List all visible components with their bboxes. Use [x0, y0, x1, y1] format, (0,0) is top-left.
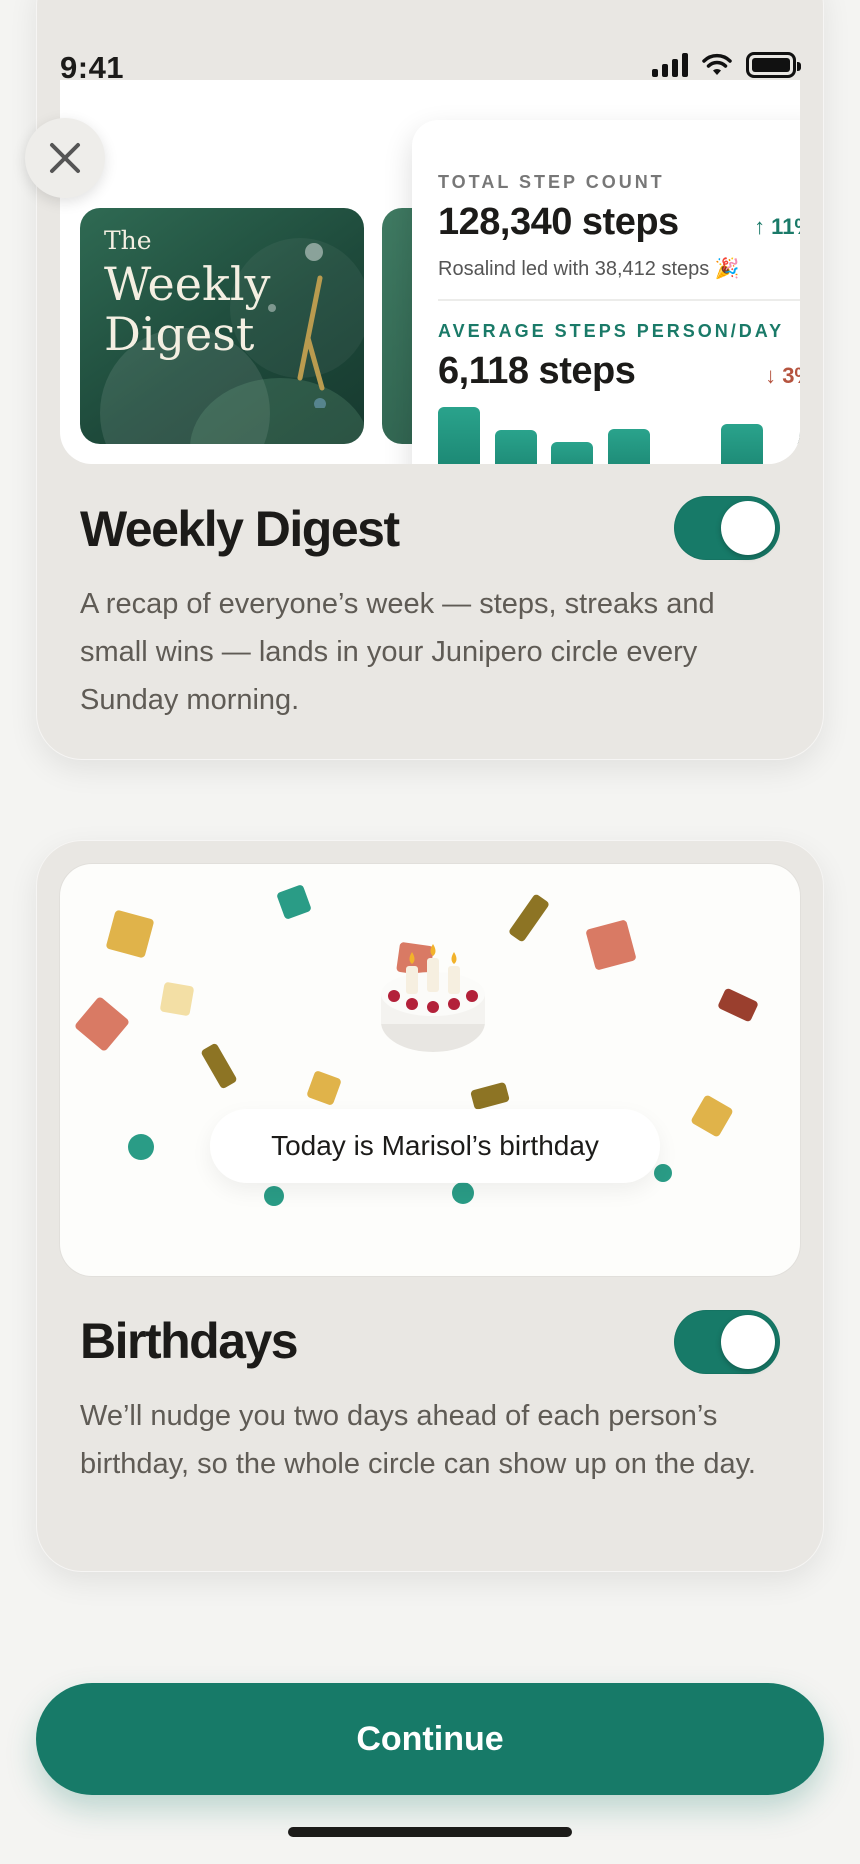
status-time: 9:41	[60, 50, 125, 85]
total-step-change: ↑ 11%	[754, 214, 800, 239]
birthday-cake-icon	[381, 942, 485, 1052]
step-bar	[494, 430, 537, 464]
average-steps-change: ↓ 3%	[765, 363, 800, 388]
birthday-preview: Today is Marisol’s birthday	[60, 864, 800, 1276]
digest-cover-image: The Weekly Digest	[80, 208, 364, 444]
walking-figure-icon	[268, 243, 326, 408]
battery-icon	[746, 52, 801, 78]
weekly-digest-preview: The Weekly Digest TOTAL STEP COUNT 128,3…	[60, 80, 800, 464]
digest-cover-title: The Weekly Digest	[104, 226, 271, 361]
continue-button[interactable]: Continue	[36, 1683, 824, 1795]
wifi-icon	[702, 53, 732, 75]
cellular-signal-icon	[652, 53, 688, 77]
weekly-digest-title: Weekly Digest	[80, 501, 400, 557]
status-bar: 9:41	[0, 0, 860, 120]
daily-steps-bar-chart	[438, 407, 800, 464]
total-step-label: TOTAL STEP COUNT	[438, 172, 665, 192]
stats-divider	[438, 299, 800, 301]
step-bar	[607, 429, 650, 464]
step-bar	[720, 424, 763, 464]
close-button[interactable]	[25, 118, 105, 198]
close-icon	[50, 143, 80, 173]
weekly-digest-description: A recap of everyone’s week — steps, stre…	[80, 588, 715, 716]
average-steps-label: AVERAGE STEPS PERSON/DAY	[438, 321, 785, 341]
step-bar	[551, 442, 593, 464]
birthdays-card: Today is Marisol’s birthday Birthdays We…	[36, 840, 824, 1572]
birthdays-description: We’ll nudge you two days ahead of each p…	[80, 1400, 756, 1480]
leader-note: Rosalind led with 38,412 steps 🎉	[438, 258, 740, 280]
status-icons	[652, 52, 801, 78]
average-steps-value: 6,118 steps	[438, 350, 636, 392]
home-indicator	[288, 1827, 572, 1837]
birthday-preview-text: Today is Marisol’s birthday	[210, 1109, 660, 1183]
birthdays-toggle[interactable]	[674, 1310, 780, 1374]
birthdays-title: Birthdays	[80, 1313, 299, 1369]
total-step-value: 128,340 steps	[438, 201, 679, 243]
step-bar	[438, 407, 480, 464]
step-stats-panel: TOTAL STEP COUNT 128,340 steps ↑ 11% Ros…	[412, 120, 800, 464]
weekly-digest-toggle[interactable]	[674, 496, 780, 560]
